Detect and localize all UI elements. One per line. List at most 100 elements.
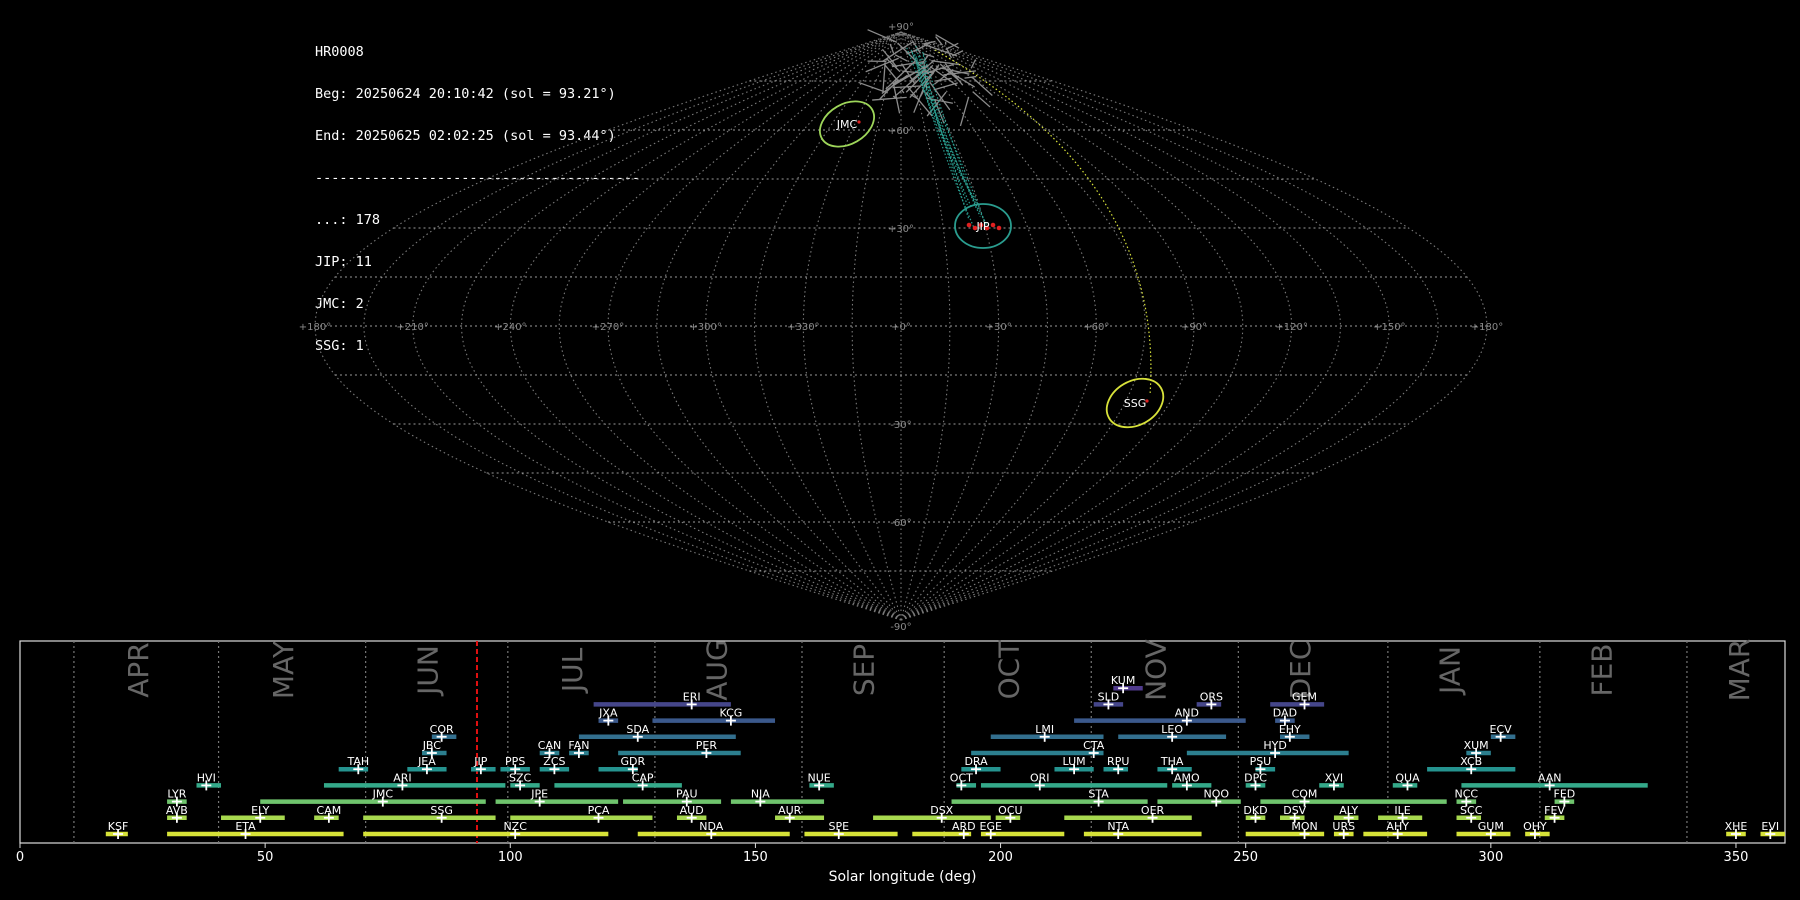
shower-label: PSU <box>1250 755 1272 768</box>
shower-label: SZC <box>509 771 532 784</box>
shower-label: NCC <box>1455 788 1479 801</box>
shower-label: SDA <box>626 723 649 736</box>
radiant-ssg: SSG <box>1105 377 1165 429</box>
radiant-jmc: JMC <box>819 100 875 148</box>
shower-fev: FEV <box>1544 804 1565 823</box>
shower-label: PAU <box>676 788 698 801</box>
shower-jpe: JPE <box>495 788 619 807</box>
shower-noo: NOO <box>1157 788 1241 807</box>
lon-tick-label: +270° <box>592 322 624 333</box>
shower-ors: ORS <box>1196 690 1223 710</box>
radiant-point <box>996 225 1002 231</box>
shower-label: DSX <box>930 804 953 817</box>
lon-tick-label: +300° <box>689 322 721 333</box>
shower-spe: SPE <box>804 820 898 839</box>
shower-tha: THA <box>1157 755 1192 775</box>
lon-tick-label: +180° <box>1471 322 1503 333</box>
shower-sld: SLD <box>1093 690 1124 710</box>
shower-label: KSF <box>108 820 129 833</box>
shower-aur: AUR <box>775 804 825 823</box>
shower-label: QUA <box>1395 771 1420 784</box>
shower-label: RPU <box>1107 755 1129 768</box>
shower-label: HYD <box>1263 739 1286 752</box>
shower-label: AAN <box>1538 771 1562 784</box>
shower-ecv: ECV <box>1490 723 1516 742</box>
meteor-trail <box>951 50 964 57</box>
shower-ori: ORI <box>980 771 1168 791</box>
shower-label: HVI <box>197 771 216 784</box>
shower-cap: CAP <box>554 771 682 791</box>
month-label: NOV <box>1139 639 1172 701</box>
lon-tick-label: +150° <box>1373 322 1405 333</box>
shower-urs: URS <box>1332 820 1355 839</box>
sky-map: +180° +150° +120° +90° +60° +30° +0° +330° +300°… <box>299 22 1503 630</box>
shower-jmc: JMC <box>260 788 486 807</box>
shower-oer: OER <box>1064 804 1192 823</box>
shower-label: GEM <box>1292 690 1317 703</box>
shower-tah: TAH <box>338 755 369 775</box>
shower-dsv: DSV <box>1280 804 1307 823</box>
shower-label: LUM <box>1063 755 1086 768</box>
shower-label: MON <box>1291 820 1317 833</box>
shower-label: NTA <box>1107 820 1129 833</box>
month-label: MAY <box>267 640 300 699</box>
shower-ksf: KSF <box>105 820 129 839</box>
shower-label: ZCS <box>543 755 565 768</box>
shower-ehy: EHY <box>1279 723 1310 742</box>
meteor-trail <box>872 96 907 101</box>
shower-and: AND <box>1074 707 1246 726</box>
shower-aan: AAN <box>1461 771 1648 791</box>
shower-eri: ERI <box>593 690 731 710</box>
shower-label: ECV <box>1490 723 1513 736</box>
shower-gdr: GDR <box>598 755 646 775</box>
shower-ege: EGE <box>980 820 1065 839</box>
shower-label: OHY <box>1523 820 1547 833</box>
x-tick-label: 50 <box>257 850 274 865</box>
shower-label: OCU <box>998 804 1022 817</box>
shower-label: AUR <box>778 804 802 817</box>
shower-label: ORS <box>1200 690 1223 703</box>
shower-ard: ARD <box>912 820 976 839</box>
shower-label: DRA <box>964 755 988 768</box>
shower-qua: QUA <box>1392 771 1420 791</box>
shower-oct: OCT <box>950 771 977 791</box>
shower-label: JEA <box>417 755 436 768</box>
shower-dad: DAD <box>1273 707 1297 726</box>
shower-label: ARI <box>393 771 411 784</box>
lon-tick-label: +0° <box>891 322 911 333</box>
lat-tick-label: -60° <box>890 518 911 529</box>
shower-xhe: XHE <box>1725 820 1747 839</box>
shower-jip: JIP <box>471 755 496 775</box>
shower-jxa: JXA <box>598 707 619 726</box>
meteor-trail <box>882 62 886 94</box>
shower-label: NUE <box>808 771 831 784</box>
shower-label: CAN <box>538 739 561 752</box>
shower-avb: AVB <box>166 804 188 823</box>
shower-label: AMO <box>1174 771 1200 784</box>
shower-label: ARD <box>952 820 976 833</box>
jip-trail <box>911 51 986 224</box>
shower-label: ERI <box>683 690 701 703</box>
shower-per: PER <box>618 739 741 758</box>
lat-tick-label: +30° <box>888 224 914 235</box>
radiant-jip: JIP <box>954 203 1012 249</box>
month-label: JUN <box>411 645 444 697</box>
shower-dra: DRA <box>961 755 1001 775</box>
radiant-label: JIP <box>975 220 989 233</box>
shower-label: GDR <box>621 755 646 768</box>
meteor-trail <box>964 75 977 79</box>
shower-aud: AUD <box>676 804 707 823</box>
lon-tick-label: +180° <box>299 322 331 333</box>
shower-can: CAN <box>538 739 561 758</box>
shower-szc: SZC <box>509 771 540 791</box>
shower-aly: ALY <box>1333 804 1359 823</box>
shower-amo: AMO <box>1172 771 1212 791</box>
shower-nzc: NZC <box>363 820 609 839</box>
shower-lyr: LYR <box>167 788 187 807</box>
month-label: JAN <box>1434 646 1467 696</box>
shower-label: STA <box>1088 788 1109 801</box>
shower-cam: CAM <box>314 804 341 823</box>
month-label: OCT <box>992 640 1025 700</box>
shower-label: THA <box>1160 755 1184 768</box>
meteor-trail <box>894 54 908 62</box>
